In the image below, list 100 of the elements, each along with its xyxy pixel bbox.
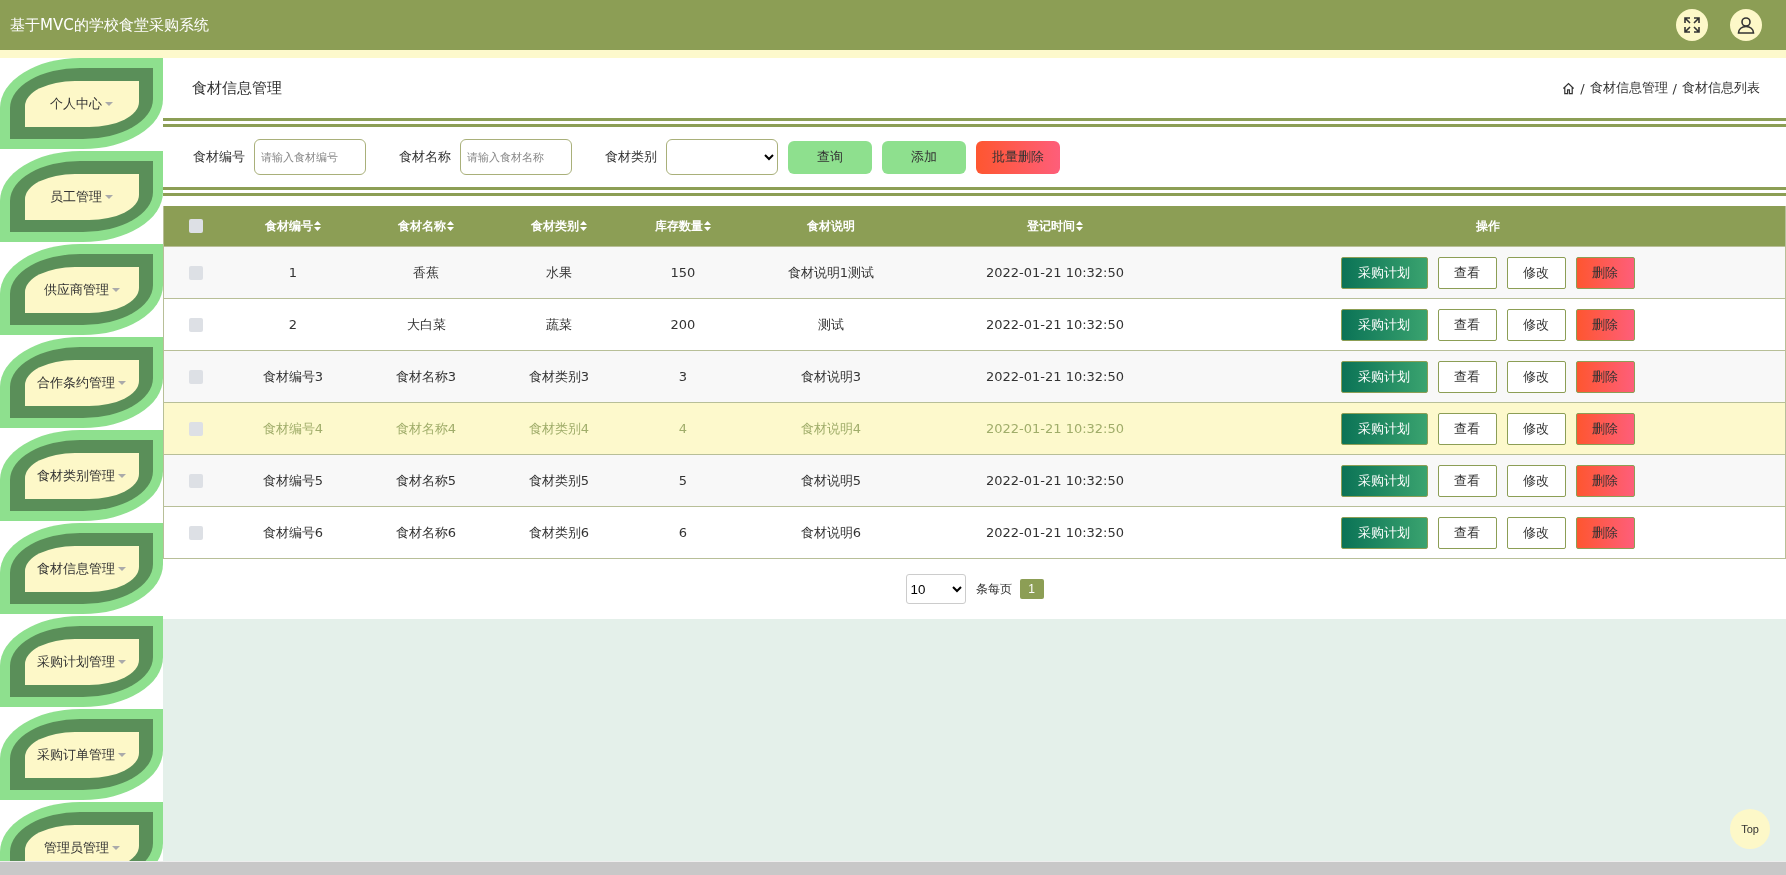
row-checkbox[interactable] (189, 473, 203, 488)
table-cell-text: 2022-01-21 10:32:50 (984, 473, 1126, 488)
table-cell-text: 1 (287, 265, 299, 280)
edit-button[interactable]: 修改 (1506, 256, 1566, 289)
caret-icon (111, 287, 120, 292)
table-cell-text: 食材说明3 (799, 367, 863, 386)
table-cell-text: 食材编号5 (261, 471, 325, 490)
view-button[interactable]: 查看 (1437, 516, 1497, 549)
view-button[interactable]: 查看 (1437, 256, 1497, 289)
breadcrumb-separator: / (1672, 80, 1677, 96)
sidebar-menu-item[interactable]: 食材类别管理 (0, 430, 163, 521)
horizontal-scrollbar[interactable] (0, 861, 1786, 875)
user-button[interactable] (1730, 9, 1762, 41)
table-cell-text: 200 (669, 317, 697, 332)
delete-button[interactable]: 删除 (1575, 360, 1635, 393)
row-checkbox[interactable] (189, 265, 203, 280)
table-cell-text: 6 (677, 525, 689, 540)
table-cell-text: 食材类别4 (527, 419, 591, 438)
table-cell-text: 2022-01-21 10:32:50 (984, 317, 1126, 332)
home-icon[interactable] (1562, 81, 1576, 95)
table-cell-text: 2022-01-21 10:32:50 (984, 369, 1126, 384)
sidebar-menu-item[interactable]: 合作条约管理 (0, 337, 163, 428)
sidebar-menu-item[interactable]: 采购订单管理 (0, 709, 163, 800)
breadcrumb-separator: / (1580, 80, 1585, 96)
field-label: 食材编号 (193, 148, 245, 166)
table-cell-text: 蔬菜 (545, 315, 573, 334)
view-button[interactable]: 查看 (1437, 360, 1497, 393)
back-to-top-button[interactable]: Top (1730, 809, 1770, 849)
batch-delete-button[interactable]: 批量删除 (976, 140, 1060, 174)
page-title: 食材信息管理 (192, 78, 282, 98)
expand-icon (1683, 16, 1701, 34)
field-label: 食材类别 (605, 148, 657, 166)
table-cell-text: 食材名称6 (394, 523, 458, 542)
delete-button[interactable]: 删除 (1575, 516, 1635, 549)
column-header: 食材说明 (806, 217, 856, 235)
table-cell-text: 食材类别3 (527, 367, 591, 386)
edit-button[interactable]: 修改 (1506, 412, 1566, 445)
purchase-plan-button[interactable]: 采购计划 (1340, 516, 1428, 549)
app-title: 基于MVC的学校食堂采购系统 (10, 15, 209, 35)
purchase-plan-button[interactable]: 采购计划 (1340, 360, 1428, 393)
caret-icon (118, 752, 126, 757)
sidebar-menu-item[interactable]: 管理员管理 (0, 802, 163, 861)
search-field[interactable]: 请输入食材名称 (460, 139, 572, 175)
breadcrumb-link[interactable]: 食材信息列表 (1682, 79, 1760, 97)
sidebar-menu-item[interactable]: 采购计划管理 (0, 616, 163, 707)
sidebar-menu-item[interactable]: 员工管理 (0, 151, 163, 242)
caret-icon (105, 101, 113, 106)
row-checkbox[interactable] (189, 317, 203, 332)
table-cell-text: 150 (669, 265, 697, 280)
caret-icon (118, 566, 126, 571)
category-select[interactable] (666, 139, 778, 175)
table-cell-text: 香蕉 (412, 263, 440, 282)
breadcrumb-link[interactable]: 食材信息管理 (1589, 79, 1668, 97)
row-checkbox[interactable] (189, 369, 203, 384)
edit-button[interactable]: 修改 (1506, 516, 1566, 549)
caret-icon (118, 659, 126, 664)
purchase-plan-button[interactable]: 采购计划 (1340, 256, 1428, 289)
table-cell-text: 食材说明6 (799, 523, 863, 542)
add-button[interactable]: 添加 (882, 140, 966, 174)
table-cell-text: 食材说明4 (799, 419, 863, 438)
table-cell-text: 食材名称3 (394, 367, 458, 386)
page-size-select[interactable]: 10 (905, 574, 966, 604)
sidebar-menu-item[interactable]: 供应商管理 (0, 244, 163, 335)
purchase-plan-button[interactable]: 采购计划 (1340, 412, 1428, 445)
table-cell-text: 测试 (817, 315, 845, 334)
row-checkbox[interactable] (189, 421, 203, 436)
purchase-plan-button[interactable]: 采购计划 (1340, 308, 1428, 341)
edit-button[interactable]: 修改 (1506, 360, 1566, 393)
delete-button[interactable]: 删除 (1575, 464, 1635, 497)
view-button[interactable]: 查看 (1437, 412, 1497, 445)
caret-icon (118, 380, 126, 385)
table-cell-text: 食材说明1测试 (786, 263, 876, 282)
table-cell-text: 2 (287, 317, 299, 332)
table-cell-text: 食材类别6 (527, 523, 591, 542)
view-button[interactable]: 查看 (1437, 308, 1497, 341)
table-cell-text: 食材名称5 (394, 471, 458, 490)
table-cell-text: 4 (677, 421, 689, 436)
table-cell-text: 食材编号6 (261, 523, 325, 542)
purchase-plan-button[interactable]: 采购计划 (1340, 464, 1428, 497)
search-field[interactable]: 请输入食材编号 (254, 139, 366, 175)
table-cell-text: 5 (677, 473, 689, 488)
column-header: 操作 (1474, 217, 1501, 235)
table-cell-text: 2022-01-21 10:32:50 (984, 421, 1126, 436)
table-cell-text: 食材名称4 (394, 419, 458, 438)
view-button[interactable]: 查看 (1437, 464, 1497, 497)
field-label: 食材名称 (399, 148, 451, 166)
edit-button[interactable]: 修改 (1506, 308, 1566, 341)
table-cell-text: 食材编号4 (261, 419, 325, 438)
fullscreen-button[interactable] (1676, 9, 1708, 41)
select-all-checkbox[interactable] (189, 219, 203, 233)
sidebar-menu-item[interactable]: 个人中心 (0, 58, 163, 149)
delete-button[interactable]: 删除 (1575, 308, 1635, 341)
delete-button[interactable]: 删除 (1575, 412, 1635, 445)
edit-button[interactable]: 修改 (1506, 464, 1566, 497)
sidebar-menu-item[interactable]: 食材信息管理 (0, 523, 163, 614)
query-button[interactable]: 查询 (788, 140, 872, 174)
row-checkbox[interactable] (189, 525, 203, 540)
delete-button[interactable]: 删除 (1575, 256, 1635, 289)
table-cell-text: 大白菜 (405, 315, 447, 334)
per-page-label: 条每页 (975, 580, 1012, 598)
